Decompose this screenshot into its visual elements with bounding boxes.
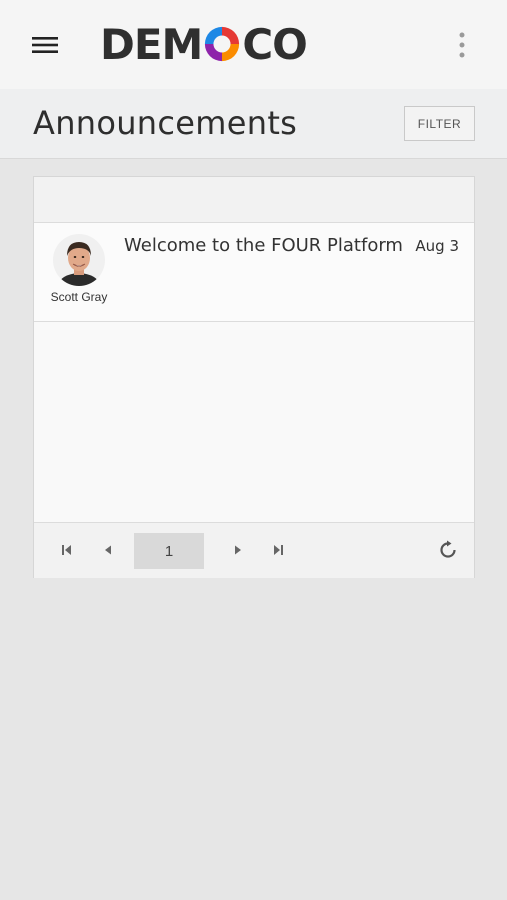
- announcement-date: Aug 3: [415, 237, 459, 255]
- avatar: [53, 234, 105, 286]
- announcements-list: Scott Gray Welcome to the FOUR Platform …: [33, 176, 475, 578]
- prev-page-icon: [105, 545, 111, 555]
- announcement-author: Scott Gray: [50, 290, 108, 304]
- more-options-button[interactable]: [446, 26, 478, 64]
- first-page-icon: [62, 545, 71, 555]
- democo-logo: DEM CO: [100, 19, 308, 69]
- current-page-indicator[interactable]: 1: [134, 533, 204, 569]
- pagination-bar: 1: [34, 522, 474, 578]
- kebab-icon: [459, 32, 465, 58]
- refresh-button[interactable]: [433, 535, 463, 565]
- refresh-icon: [440, 540, 456, 558]
- app-bar: DEM CO: [0, 0, 507, 89]
- hamburger-icon: [32, 37, 58, 53]
- announcement-title[interactable]: Welcome to the FOUR Platform: [124, 235, 403, 256]
- next-page-icon: [235, 545, 241, 555]
- last-page-icon: [274, 545, 283, 555]
- prev-page-button[interactable]: [93, 535, 123, 565]
- next-page-button[interactable]: [223, 535, 253, 565]
- first-page-button[interactable]: [52, 535, 82, 565]
- filter-button[interactable]: FILTER: [404, 106, 475, 141]
- list-header: [34, 177, 474, 223]
- announcement-row[interactable]: Scott Gray Welcome to the FOUR Platform …: [34, 223, 474, 322]
- last-page-button[interactable]: [263, 535, 293, 565]
- menu-button[interactable]: [24, 28, 66, 62]
- page-title: Announcements: [33, 104, 298, 142]
- logo-text-left: DEM: [100, 19, 203, 69]
- logo-text-right: CO: [242, 19, 308, 69]
- logo-ring-icon: [205, 26, 240, 62]
